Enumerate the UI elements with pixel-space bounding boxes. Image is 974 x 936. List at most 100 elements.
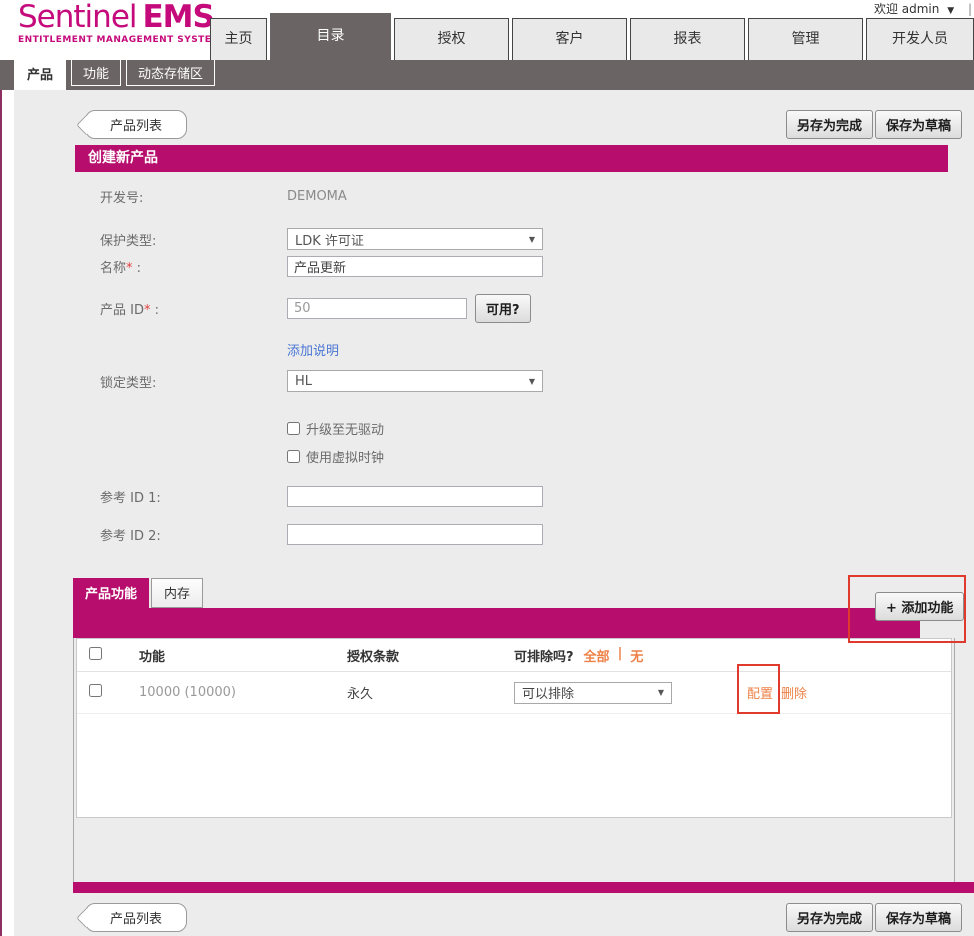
features-table-header: 功能 授权条款 可排除吗? 全部 | 无 xyxy=(77,639,951,672)
header-checkbox-cell xyxy=(77,647,139,664)
form-row-lock-type: 锁定类型: HL ▼ xyxy=(75,370,974,392)
form-row-vclock-checkbox: 使用虚拟时钟 xyxy=(287,448,974,464)
developer-id-value: DEMOMA xyxy=(287,189,347,204)
left-accent-line xyxy=(0,90,2,936)
name-field[interactable] xyxy=(287,256,543,277)
features-panel-spacer xyxy=(75,818,953,882)
save-buttons-top: 另存为完成 保存为草稿 xyxy=(786,110,962,139)
tab-memory[interactable]: 内存 xyxy=(151,578,203,608)
nav-tab-customers[interactable]: 客户 xyxy=(512,18,627,60)
sentinel-ems-logo: SentinelEMS ENTITLEMENT MANAGEMENT SYSTE… xyxy=(18,1,221,45)
sub-nav: 产品 功能 动态存储区 xyxy=(0,60,974,90)
form-row-protection-type: 保护类型: LDK 许可证 ▼ xyxy=(75,228,974,250)
lock-type-label: 锁定类型: xyxy=(100,372,287,391)
top-header: SentinelEMS ENTITLEMENT MANAGEMENT SYSTE… xyxy=(0,0,974,60)
form-row-upgrade-checkbox: 升级至无驱动 xyxy=(287,420,974,436)
features-panel-tabs: 产品功能 内存 xyxy=(73,582,955,608)
main-nav: 主页 目录 授权 客户 报表 管理 开发人员 xyxy=(210,13,974,60)
nav-tab-entitlements[interactable]: 授权 xyxy=(394,18,509,60)
form-row-add-description: 添加说明 xyxy=(75,341,974,357)
protection-type-select[interactable]: LDK 许可证 ▼ xyxy=(287,228,543,250)
nav-tab-home[interactable]: 主页 xyxy=(210,18,267,60)
developer-id-label: 开发号: xyxy=(100,187,287,206)
row-checkbox-cell xyxy=(77,684,139,701)
excludable-all-link[interactable]: 全部 xyxy=(584,646,610,665)
features-table: 功能 授权条款 可排除吗? 全部 | 无 xyxy=(76,638,952,818)
save-as-draft-button-bottom[interactable]: 保存为草稿 xyxy=(875,903,962,932)
required-asterisk: * xyxy=(144,303,151,318)
top-toolbar: 产品列表 另存为完成 保存为草稿 xyxy=(14,90,974,139)
select-all-checkbox[interactable] xyxy=(89,647,102,660)
add-feature-button[interactable]: + 添加功能 xyxy=(875,592,964,621)
row-select-checkbox[interactable] xyxy=(89,684,102,697)
save-buttons-bottom: 另存为完成 保存为草稿 xyxy=(786,903,962,932)
tab-product-features[interactable]: 产品功能 xyxy=(73,578,149,608)
excludable-none-link[interactable]: 无 xyxy=(630,646,643,665)
ref-id2-field[interactable] xyxy=(287,524,543,545)
lock-type-select[interactable]: HL ▼ xyxy=(287,370,543,392)
dropdown-caret-icon: ▼ xyxy=(529,235,535,244)
name-label: 名称* : xyxy=(100,257,287,276)
product-list-back-button-bottom[interactable]: 产品列表 xyxy=(85,903,187,932)
nav-tab-developers[interactable]: 开发人员 xyxy=(866,18,974,60)
virtual-clock-label: 使用虚拟时钟 xyxy=(306,447,384,466)
form-row-name: 名称* : xyxy=(75,256,974,277)
nav-tab-administration[interactable]: 管理 xyxy=(748,18,863,60)
feature-table-row: 10000 (10000) 永久 可以排除 ▼ 配置 xyxy=(77,672,951,714)
save-as-complete-button-bottom[interactable]: 另存为完成 xyxy=(786,903,873,932)
check-availability-button[interactable]: 可用? xyxy=(475,294,531,323)
features-panel-header-bar xyxy=(73,608,920,638)
excludable-cell: 可以排除 ▼ xyxy=(514,682,710,704)
excludable-links-separator: | xyxy=(618,646,623,665)
save-as-draft-button-top[interactable]: 保存为草稿 xyxy=(875,110,962,139)
save-as-complete-button-top[interactable]: 另存为完成 xyxy=(786,110,873,139)
product-list-back-button-top[interactable]: 产品列表 xyxy=(85,110,187,139)
product-id-field[interactable] xyxy=(287,298,467,319)
license-terms-cell: 永久 xyxy=(347,683,514,702)
feature-name-cell: 10000 (10000) xyxy=(139,685,347,700)
configure-link[interactable]: 配置 xyxy=(747,683,773,702)
header-excludable-label: 可排除吗? xyxy=(514,646,574,665)
ref-id1-label: 参考 ID 1: xyxy=(100,487,287,506)
bottom-toolbar: 产品列表 另存为完成 保存为草稿 xyxy=(14,893,974,932)
header-excludable-cell: 可排除吗? 全部 | 无 xyxy=(514,646,710,665)
excludable-select[interactable]: 可以排除 ▼ xyxy=(514,682,672,704)
logo-tagline: ENTITLEMENT MANAGEMENT SYSTEM xyxy=(18,35,221,45)
upgrade-driverless-label: 升级至无驱动 xyxy=(306,419,384,438)
header-feature: 功能 xyxy=(139,646,347,665)
form-row-ref-id2: 参考 ID 2: xyxy=(75,524,974,545)
delete-link[interactable]: 删除 xyxy=(781,683,807,702)
form-row-product-id: 产品 ID* : 可用? xyxy=(75,294,974,323)
logo-text: SentinelEMS xyxy=(18,1,221,34)
nav-tab-reports[interactable]: 报表 xyxy=(630,18,745,60)
protection-type-label: 保护类型: xyxy=(100,230,287,249)
lock-type-value: HL xyxy=(295,374,312,389)
ref-id2-label: 参考 ID 2: xyxy=(100,525,287,544)
subtab-products[interactable]: 产品 xyxy=(14,58,66,90)
subtab-features[interactable]: 功能 xyxy=(71,59,121,86)
subtab-dynamic-storage[interactable]: 动态存储区 xyxy=(126,59,215,86)
features-panel-footer-bar xyxy=(73,882,974,893)
excludable-quick-links: 全部 | 无 xyxy=(584,646,644,665)
excludable-value: 可以排除 xyxy=(522,683,574,702)
features-panel-body: 功能 授权条款 可排除吗? 全部 | 无 xyxy=(73,638,955,882)
content-area: 产品列表 另存为完成 保存为草稿 创建新产品 开发号: DEMOMA 保护类型:… xyxy=(14,90,974,936)
page-title: 创建新产品 xyxy=(75,145,948,172)
virtual-clock-checkbox[interactable] xyxy=(287,450,300,463)
form-row-developer: 开发号: DEMOMA xyxy=(75,186,974,206)
required-asterisk: * xyxy=(126,261,133,276)
logo-word-ems: EMS xyxy=(143,0,214,35)
header-license-terms: 授权条款 xyxy=(347,646,514,665)
row-actions-cell: 配置 删除 xyxy=(710,683,951,702)
dropdown-caret-icon: ▼ xyxy=(529,377,535,386)
page: SentinelEMS ENTITLEMENT MANAGEMENT SYSTE… xyxy=(0,0,974,936)
product-id-label: 产品 ID* : xyxy=(100,299,287,318)
form-row-ref-id1: 参考 ID 1: xyxy=(75,486,974,507)
upgrade-driverless-checkbox[interactable] xyxy=(287,422,300,435)
protection-type-value: LDK 许可证 xyxy=(295,230,364,249)
product-features-panel: 产品功能 内存 + 添加功能 功能 授权条款 可排除吗? xyxy=(73,582,955,893)
ref-id1-field[interactable] xyxy=(287,486,543,507)
add-description-link[interactable]: 添加说明 xyxy=(287,340,339,359)
dropdown-caret-icon: ▼ xyxy=(658,688,664,697)
nav-tab-catalog[interactable]: 目录 xyxy=(270,13,391,60)
